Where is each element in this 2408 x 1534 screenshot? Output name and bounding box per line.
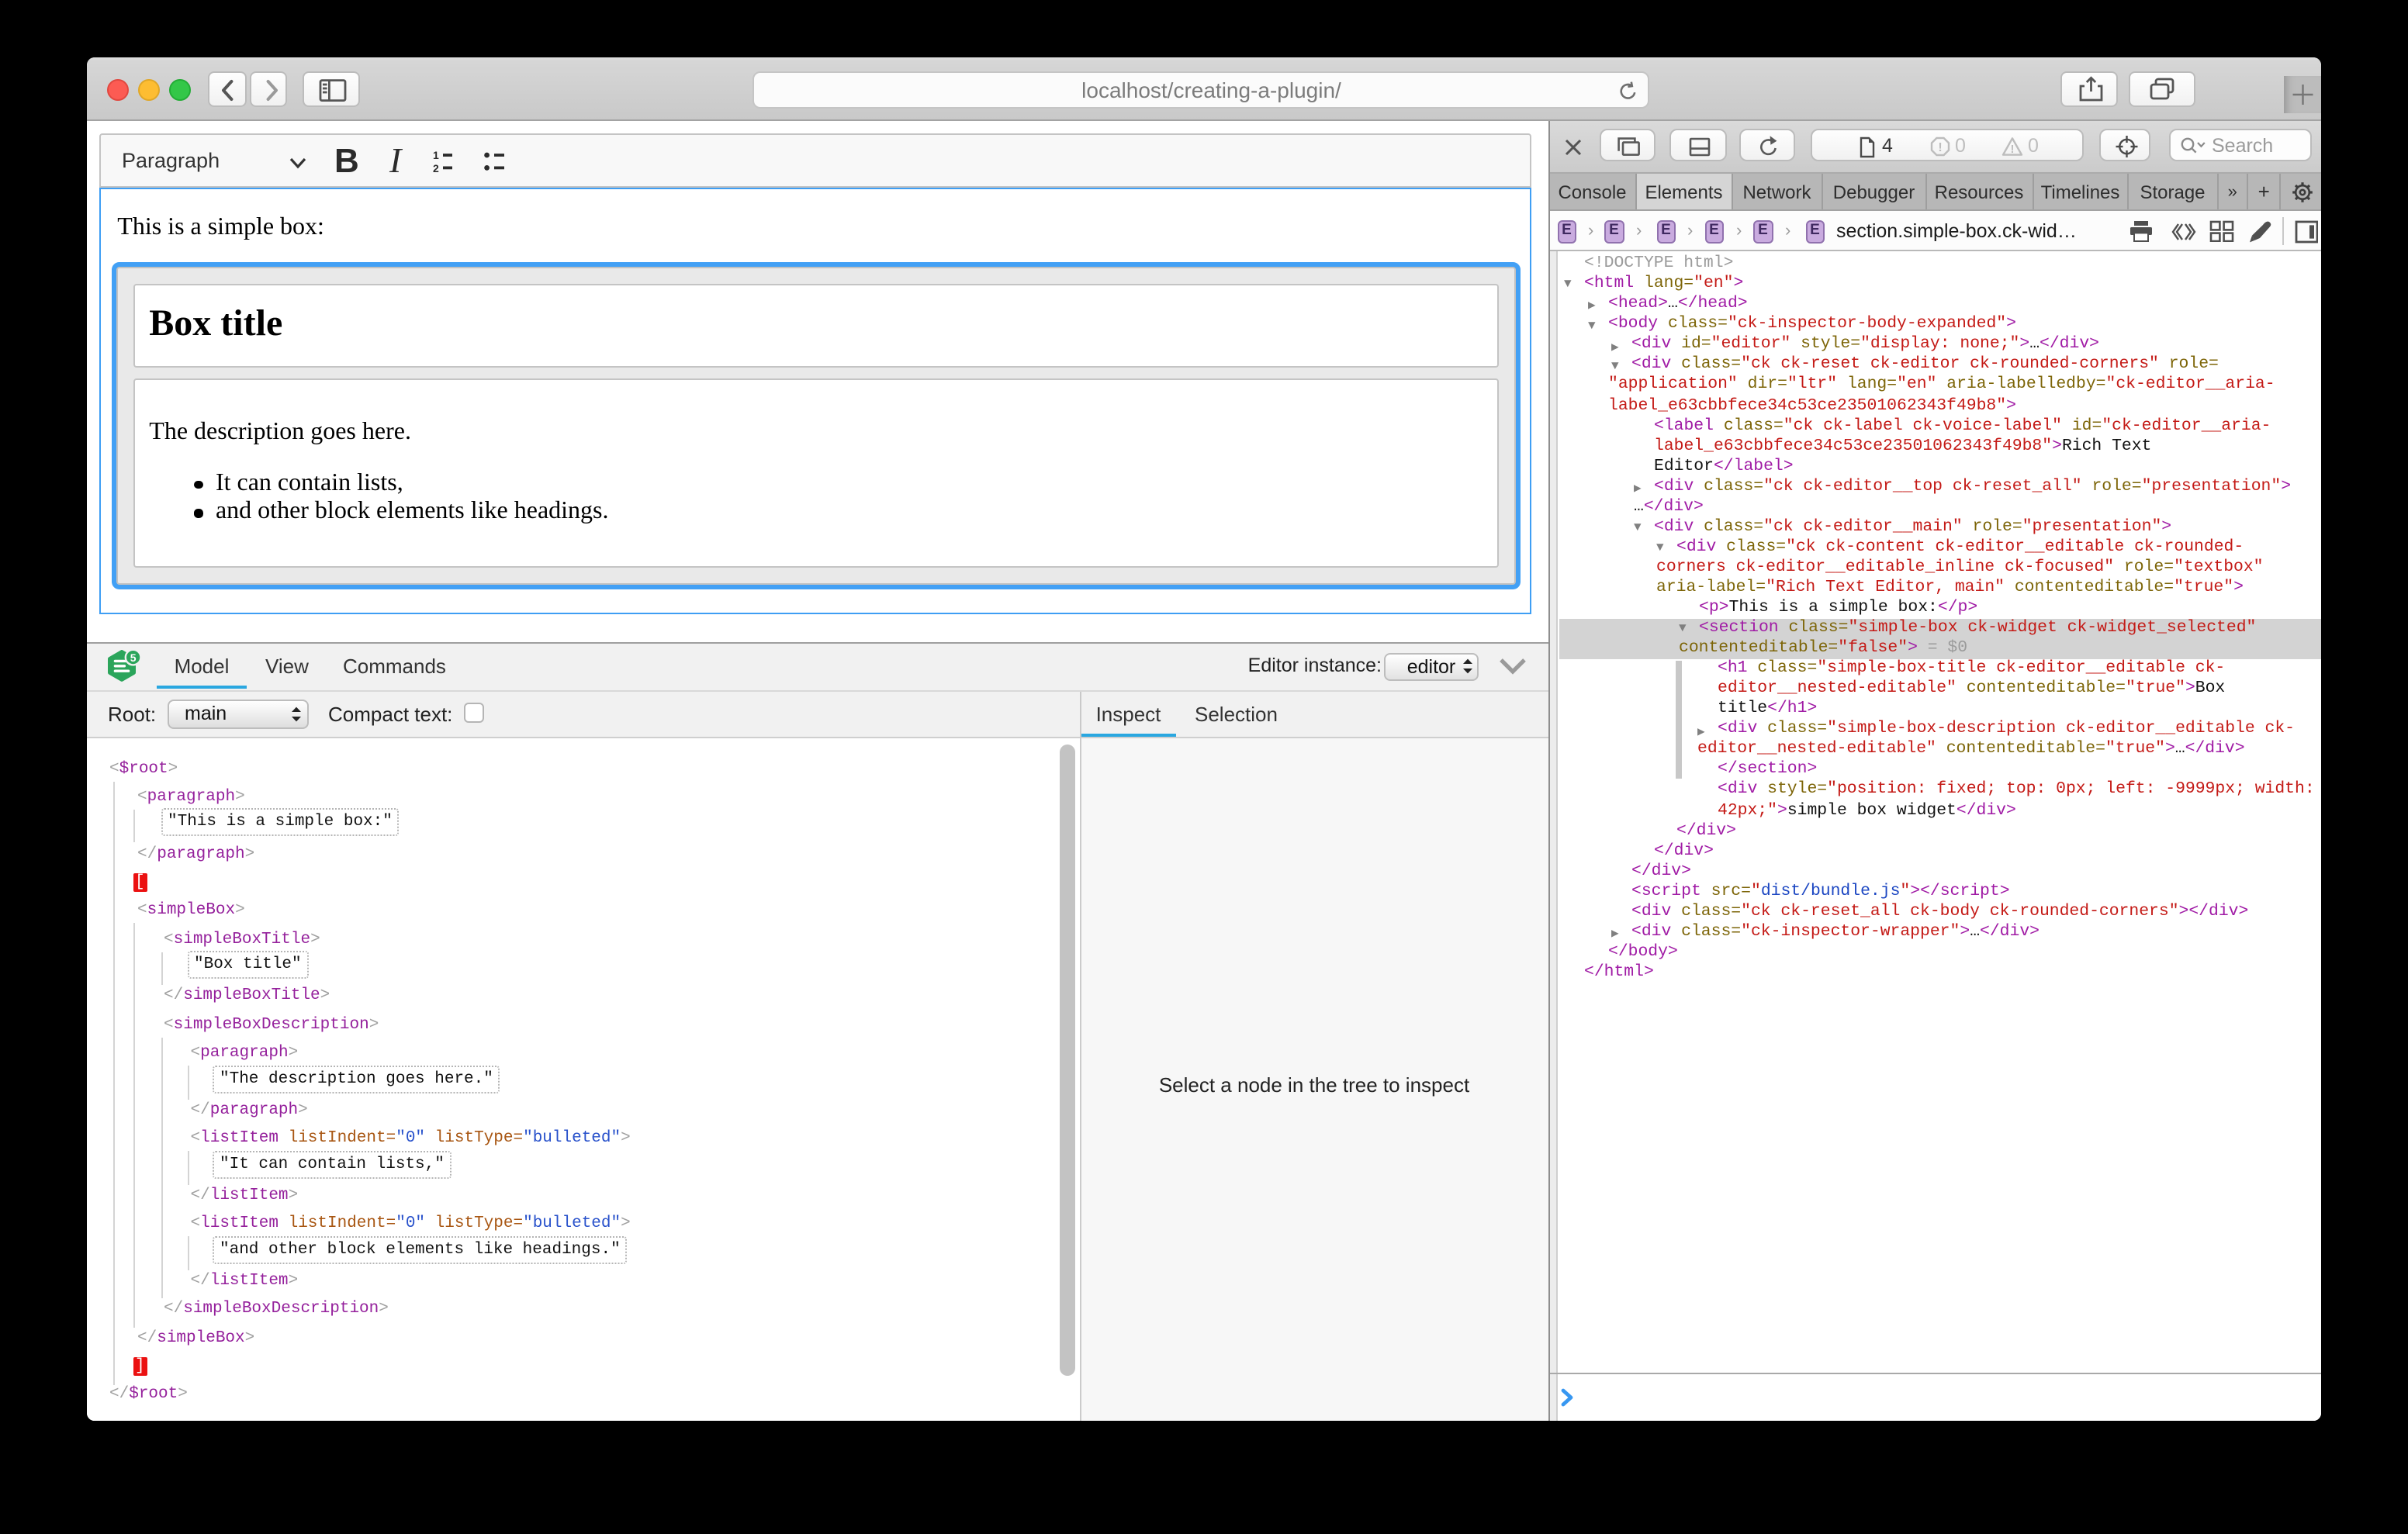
svg-text:!: ! (1938, 141, 1942, 154)
svg-text:5: 5 (130, 651, 137, 664)
svg-text:2: 2 (433, 162, 439, 174)
svg-text:1: 1 (433, 149, 439, 161)
svg-text:!: ! (2010, 143, 2014, 156)
